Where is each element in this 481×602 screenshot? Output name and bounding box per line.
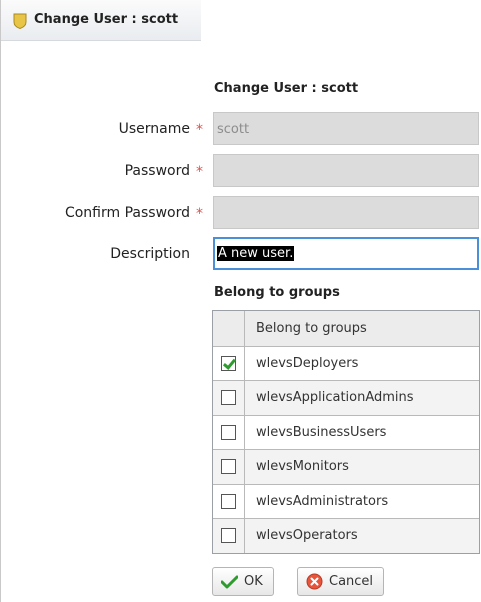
description-selected-text: A new user.	[217, 246, 295, 261]
groups-table: Belong to groups wlevsDeployers wlevsApp…	[212, 310, 480, 554]
username-required-mark: *	[196, 122, 203, 138]
table-row: wlevsDeployers	[213, 345, 479, 380]
group-name: wlevsAdministrators	[256, 493, 389, 509]
groups-heading: Belong to groups	[214, 285, 340, 300]
cancel-button-label: Cancel	[329, 574, 374, 589]
cancel-icon	[306, 573, 323, 590]
group-name: wlevsOperators	[256, 528, 358, 544]
table-row: wlevsMonitors	[213, 449, 479, 484]
checkbox-checked-icon[interactable]	[221, 355, 236, 371]
description-label: Description	[110, 246, 190, 262]
ok-button[interactable]: OK	[212, 567, 274, 596]
username-field[interactable]: scott	[213, 112, 479, 145]
checkbox-unchecked-icon[interactable]	[221, 424, 236, 440]
table-row: wlevsAdministrators	[213, 483, 479, 518]
checkbox-unchecked-icon[interactable]	[221, 528, 236, 544]
confirm-password-required-mark: *	[196, 206, 203, 222]
table-row: wlevsOperators	[213, 518, 479, 553]
form-heading: Change User : scott	[214, 81, 359, 96]
group-name: wlevsBusinessUsers	[256, 424, 387, 440]
checkbox-unchecked-icon[interactable]	[221, 459, 236, 475]
ok-button-label: OK	[244, 574, 263, 589]
password-label: Password	[124, 163, 190, 179]
confirm-password-label: Confirm Password	[64, 205, 190, 221]
checkbox-unchecked-icon[interactable]	[221, 390, 236, 406]
checkbox-unchecked-icon[interactable]	[221, 493, 236, 509]
left-border	[0, 0, 1, 602]
shield-icon	[13, 13, 27, 29]
header-checkbox-cell	[213, 311, 245, 346]
group-name: wlevsDeployers	[256, 355, 359, 371]
description-field[interactable]: A new user.	[213, 237, 479, 270]
window-titlebar: Change User : scott	[1, 0, 201, 41]
confirm-password-field[interactable]	[213, 196, 479, 229]
window-title: Change User : scott	[34, 12, 179, 27]
groups-column-header: Belong to groups	[256, 320, 367, 336]
group-name: wlevsMonitors	[256, 459, 349, 475]
password-field[interactable]	[213, 154, 479, 187]
cancel-button[interactable]: Cancel	[297, 567, 385, 596]
table-row: wlevsApplicationAdmins	[213, 380, 479, 415]
password-required-mark: *	[196, 164, 203, 180]
username-label: Username	[118, 121, 190, 137]
groups-table-header: Belong to groups	[213, 311, 479, 346]
table-row: wlevsBusinessUsers	[213, 414, 479, 449]
group-name: wlevsApplicationAdmins	[256, 390, 414, 406]
checkmark-icon	[221, 575, 238, 589]
